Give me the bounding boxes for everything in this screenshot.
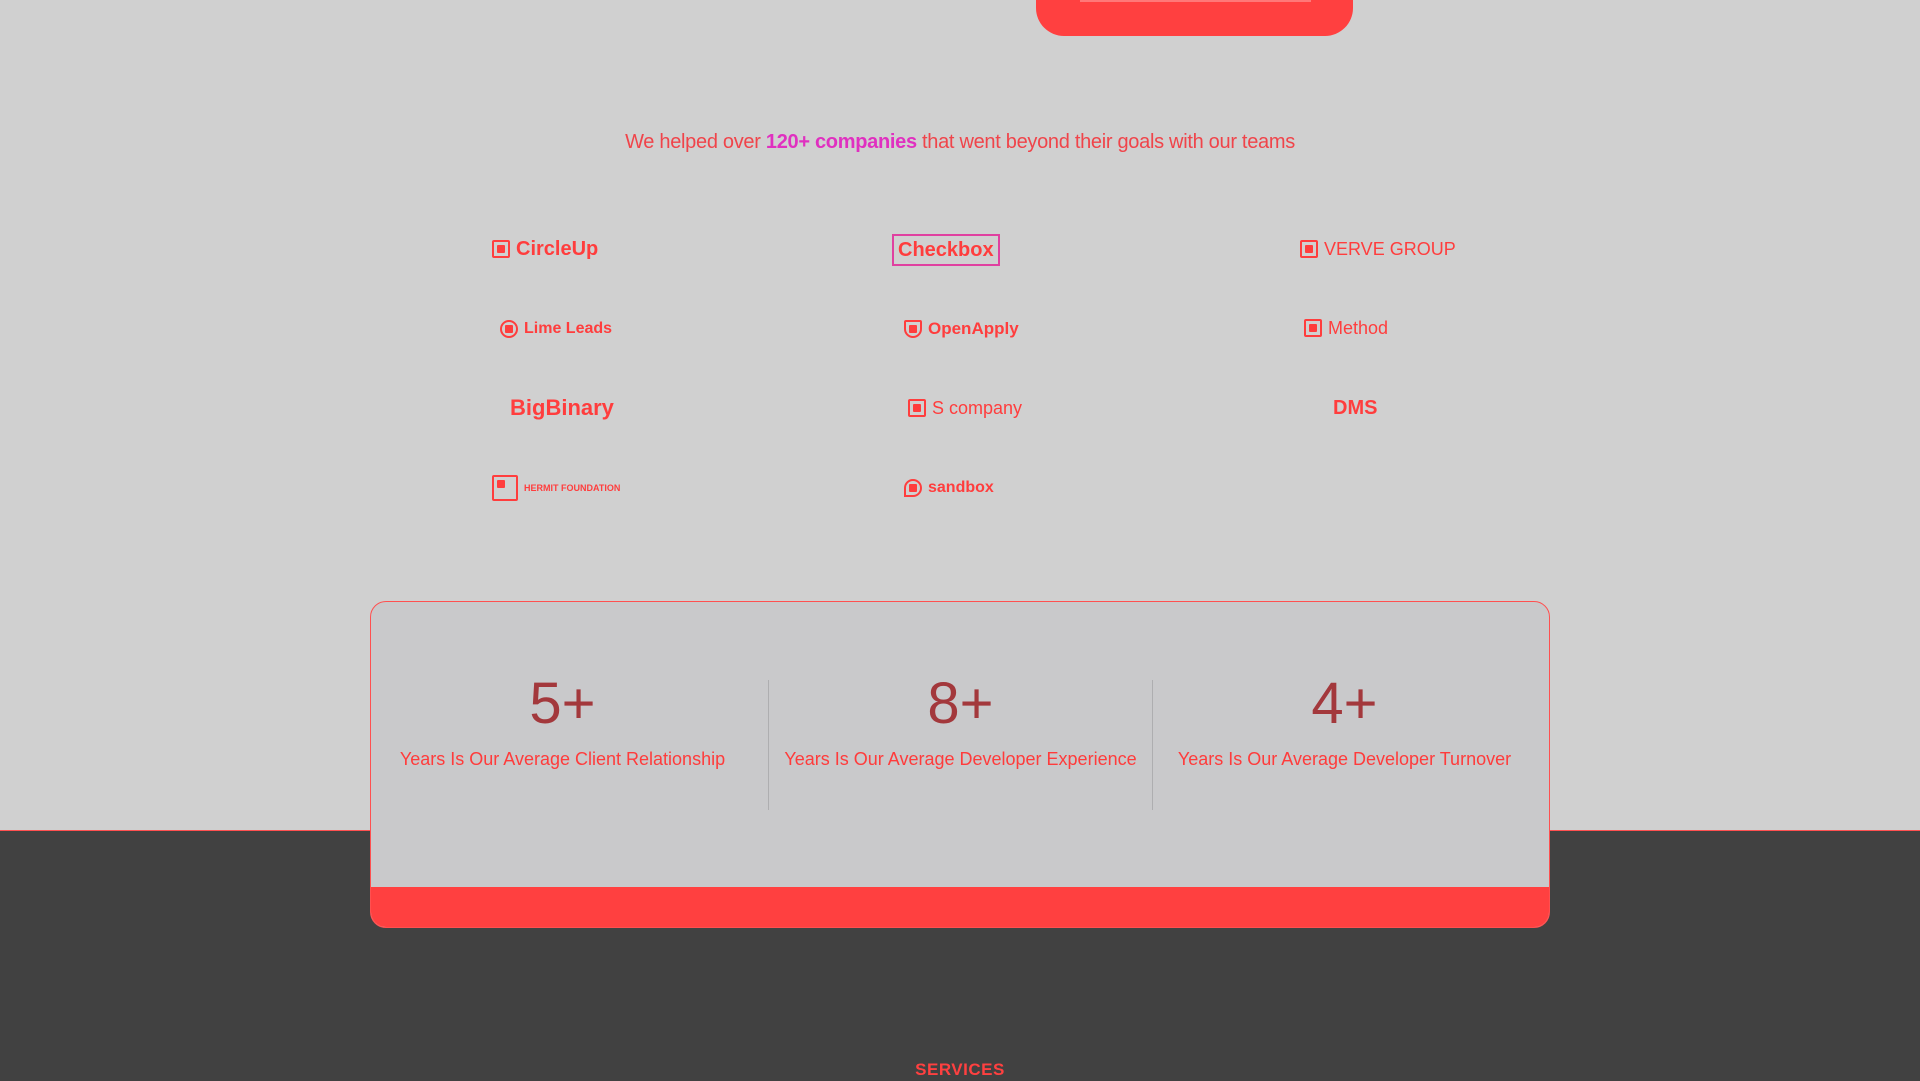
client-logo-limeleads: Lime Leads bbox=[500, 312, 612, 346]
client-logo-name: BigBinary bbox=[510, 395, 614, 420]
stat-developer-turnover: 4+ Years Is Our Average Developer Turnov… bbox=[1153, 672, 1536, 773]
stat-developer-experience: 8+ Years Is Our Average Developer Experi… bbox=[769, 672, 1152, 773]
client-logo-bigbinary: BigBinary bbox=[510, 391, 614, 425]
logo-mark-icon bbox=[500, 320, 518, 338]
stat-client-relationship: 5+ Years Is Our Average Client Relations… bbox=[371, 672, 754, 773]
client-logo-openapply: OpenApply bbox=[904, 312, 1019, 346]
stats-card-accent-bar bbox=[371, 887, 1549, 927]
tagline-prefix: We helped over bbox=[625, 131, 766, 153]
client-logo-name: Checkbox bbox=[898, 238, 994, 261]
client-logo-name: CircleUp bbox=[516, 237, 599, 260]
client-logo-name: Method bbox=[1328, 317, 1389, 338]
logo-mark-icon bbox=[492, 475, 518, 501]
stat-value: 5+ bbox=[529, 671, 596, 736]
client-logo-checkbox: Checkbox bbox=[892, 234, 1000, 266]
client-logo-dms: DMS bbox=[1333, 391, 1377, 425]
stat-label: Years Is Our Average Developer Turnover bbox=[1177, 749, 1512, 769]
client-logo-method: Method bbox=[1304, 311, 1388, 345]
client-logo-name: HERMIT FOUNDATION bbox=[524, 483, 621, 493]
services-section-label: SERVICES bbox=[915, 1060, 1005, 1079]
logo-mark-icon bbox=[492, 240, 510, 258]
stat-value: 4+ bbox=[1311, 671, 1378, 736]
stat-value: 8+ bbox=[927, 671, 994, 736]
client-logo-name: sandbox bbox=[928, 479, 994, 496]
client-logo-circleup: CircleUp bbox=[492, 232, 598, 266]
logo-mark-icon bbox=[1304, 319, 1322, 337]
clients-tagline: We helped over 120+ companies that went … bbox=[0, 131, 1920, 154]
client-logo-name: DMS bbox=[1333, 396, 1378, 419]
client-logo-hermit: HERMIT FOUNDATION bbox=[492, 471, 620, 505]
tagline-highlight: 120+ companies bbox=[765, 131, 917, 153]
client-logo-name: OpenApply bbox=[928, 319, 1019, 338]
client-logo-scompany: S company bbox=[908, 391, 1022, 425]
client-logo-sandbox: sandbox bbox=[904, 471, 994, 505]
chat-bubble-icon bbox=[904, 479, 922, 497]
stats-card: 5+ Years Is Our Average Client Relations… bbox=[370, 601, 1550, 928]
tagline-suffix: that went beyond their goals with our te… bbox=[916, 131, 1295, 153]
client-logo-name: S company bbox=[932, 397, 1023, 418]
cta-button[interactable] bbox=[1036, 0, 1353, 36]
client-logo-verve: VERVE GROUP bbox=[1300, 232, 1456, 266]
stat-label: Years Is Our Average Developer Experienc… bbox=[784, 749, 1137, 769]
client-logo-name: Lime Leads bbox=[524, 320, 613, 337]
stat-label: Years Is Our Average Client Relationship bbox=[399, 749, 726, 769]
client-logo-name: VERVE GROUP bbox=[1324, 238, 1456, 259]
shield-icon bbox=[904, 320, 922, 338]
logo-mark-icon bbox=[908, 399, 926, 417]
logo-mark-icon bbox=[1300, 240, 1318, 258]
cta-button-label bbox=[1080, 0, 1311, 2]
